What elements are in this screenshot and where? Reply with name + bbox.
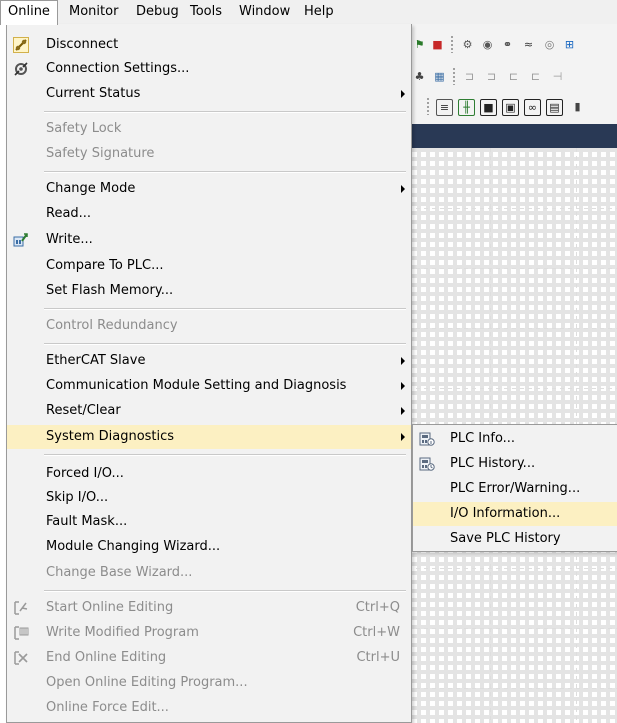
editor-header-bar xyxy=(408,124,617,148)
menu-separator xyxy=(44,590,406,592)
toolbar-area: ⚑ ■ ⚙ ◉ ⚭ ≈ ◎ ⊞ ♣ ▦ ⊐ ⊐ ⊏ ⊏ ⊣ ≡ ╫ ■ ▣ ∞ … xyxy=(408,24,617,124)
menu-item-module-changing-wizard[interactable]: Module Changing Wizard... xyxy=(7,535,411,559)
toolbar-stop-icon[interactable]: ■ xyxy=(430,37,445,52)
menu-item-safety-lock[interactable]: Safety Lock xyxy=(7,117,411,141)
toolbar-coil-icon[interactable]: ⊏ xyxy=(506,69,521,84)
toolbar-list-icon[interactable]: ≡ xyxy=(436,99,453,116)
menu-item-open-online-editing-program[interactable]: Open Online Editing Program... xyxy=(7,671,411,695)
menu-item-control-redundancy[interactable]: Control Redundancy xyxy=(7,314,411,338)
menu-item-write-modified-program[interactable]: Write Modified Program Ctrl+W xyxy=(7,621,411,645)
menu-item-ethercat-slave[interactable]: EtherCAT Slave xyxy=(7,349,411,373)
toolbar-link-icon[interactable]: ⚭ xyxy=(500,37,515,52)
menu-item-start-online-editing[interactable]: Start Online Editing Ctrl+Q xyxy=(7,596,411,620)
toolbar-contact-nc-icon[interactable]: ⊐ xyxy=(484,69,499,84)
toolbar-line-icon[interactable]: ⊣ xyxy=(550,69,565,84)
menu-separator xyxy=(44,111,406,113)
toolbar-zoom-icon[interactable]: ◎ xyxy=(542,37,557,52)
menu-item-communication-module[interactable]: Communication Module Setting and Diagnos… xyxy=(7,374,411,398)
menu-item-system-diagnostics[interactable]: System Diagnostics xyxy=(7,425,411,449)
end-online-edit-icon xyxy=(13,650,29,666)
toolbar-row-1: ⚑ ■ ⚙ ◉ ⚭ ≈ ◎ ⊞ xyxy=(408,30,617,58)
submenu-arrow-icon xyxy=(401,90,405,98)
menu-item-safety-signature[interactable]: Safety Signature xyxy=(7,142,411,166)
write-modified-icon xyxy=(13,625,29,641)
toolbar-row-3: ≡ ╫ ■ ▣ ∞ ▤ ▮ xyxy=(408,92,617,120)
submenu-arrow-icon xyxy=(401,357,405,365)
menu-item-fault-mask[interactable]: Fault Mask... xyxy=(7,510,411,534)
submenu-item-plc-error-warning[interactable]: PLC Error/Warning... xyxy=(413,477,617,501)
submenu-item-save-plc-history[interactable]: Save PLC History xyxy=(413,527,617,551)
toolbar-run-icon[interactable]: ⚑ xyxy=(412,37,427,52)
menu-item-write[interactable]: Write... xyxy=(7,228,411,252)
toolbar-users-icon[interactable]: ♣ xyxy=(412,69,427,84)
menu-separator xyxy=(44,308,406,310)
menu-item-end-online-editing[interactable]: End Online Editing Ctrl+U xyxy=(7,646,411,670)
submenu-item-plc-history[interactable]: PLC History... xyxy=(413,452,617,476)
toolbar-block-icon[interactable]: ■ xyxy=(480,99,497,116)
toolbar-ladder-icon[interactable]: ╫ xyxy=(458,99,475,116)
start-online-edit-icon xyxy=(13,600,29,616)
toolbar-search-icon[interactable]: ◉ xyxy=(480,37,495,52)
menu-item-current-status[interactable]: Current Status xyxy=(7,82,411,106)
write-plc-icon xyxy=(13,232,29,248)
submenu-item-io-information[interactable]: I/O Information... xyxy=(413,502,617,526)
menu-item-online-force-edit[interactable]: Online Force Edit... xyxy=(7,696,411,720)
submenu-arrow-icon xyxy=(401,433,405,441)
menu-separator xyxy=(44,454,406,456)
submenu-item-plc-info[interactable]: PLC Info... xyxy=(413,427,617,451)
menu-item-reset-clear[interactable]: Reset/Clear xyxy=(7,399,411,423)
toolbar-grid-icon[interactable]: ⊞ xyxy=(562,37,577,52)
submenu-arrow-icon xyxy=(401,185,405,193)
toolbar-grip[interactable] xyxy=(452,67,456,85)
toolbar-window-icon[interactable]: ▤ xyxy=(546,99,563,116)
menu-item-disconnect[interactable]: Disconnect xyxy=(7,33,411,57)
menu-item-skip-io[interactable]: Skip I/O... xyxy=(7,486,411,510)
menu-item-connection-settings[interactable]: Connection Settings... xyxy=(7,57,411,81)
toolbar-row-2: ♣ ▦ ⊐ ⊐ ⊏ ⊏ ⊣ xyxy=(408,62,617,90)
toolbar-compare-icon[interactable]: ≈ xyxy=(521,37,536,52)
menu-tools[interactable]: Tools xyxy=(183,0,229,24)
menu-separator xyxy=(44,171,406,173)
connection-settings-icon xyxy=(13,61,29,77)
menu-item-compare-to-plc[interactable]: Compare To PLC... xyxy=(7,254,411,278)
plc-info-icon xyxy=(419,431,435,447)
system-diagnostics-submenu: PLC Info... PLC History... PLC Error/War… xyxy=(412,424,617,552)
toolbar-box-icon[interactable]: ▣ xyxy=(502,99,519,116)
menu-item-change-mode[interactable]: Change Mode xyxy=(7,177,411,201)
toolbar-monitor-icon[interactable]: ⚙ xyxy=(460,37,475,52)
disconnect-plug-icon xyxy=(13,37,29,53)
menu-item-forced-io[interactable]: Forced I/O... xyxy=(7,462,411,486)
submenu-arrow-icon xyxy=(401,407,405,415)
toolbar-chain-icon[interactable]: ∞ xyxy=(524,99,541,116)
menu-online[interactable]: Online xyxy=(0,0,58,25)
menu-separator xyxy=(44,343,406,345)
menu-debug[interactable]: Debug xyxy=(129,0,186,24)
menu-item-set-flash-memory[interactable]: Set Flash Memory... xyxy=(7,279,411,303)
submenu-arrow-icon xyxy=(401,382,405,390)
toolbar-grip[interactable] xyxy=(426,97,430,115)
menu-item-change-base-wizard[interactable]: Change Base Wizard... xyxy=(7,561,411,585)
toolbar-contact-icon[interactable]: ⊐ xyxy=(462,69,477,84)
toolbar-grip[interactable] xyxy=(450,35,454,53)
menu-item-read[interactable]: Read... xyxy=(7,202,411,226)
menu-window[interactable]: Window xyxy=(232,0,297,24)
online-menu-dropdown: Disconnect Connection Settings... Curren… xyxy=(6,24,412,723)
plc-history-icon xyxy=(419,456,435,472)
toolbar-properties-icon[interactable]: ▮ xyxy=(570,99,585,114)
toolbar-coil-set-icon[interactable]: ⊏ xyxy=(528,69,543,84)
menu-monitor[interactable]: Monitor xyxy=(62,0,125,24)
toolbar-write-icon[interactable]: ▦ xyxy=(432,69,447,84)
menu-help[interactable]: Help xyxy=(297,0,341,24)
menu-bar: Online Monitor Debug Tools Window Help xyxy=(0,0,617,25)
